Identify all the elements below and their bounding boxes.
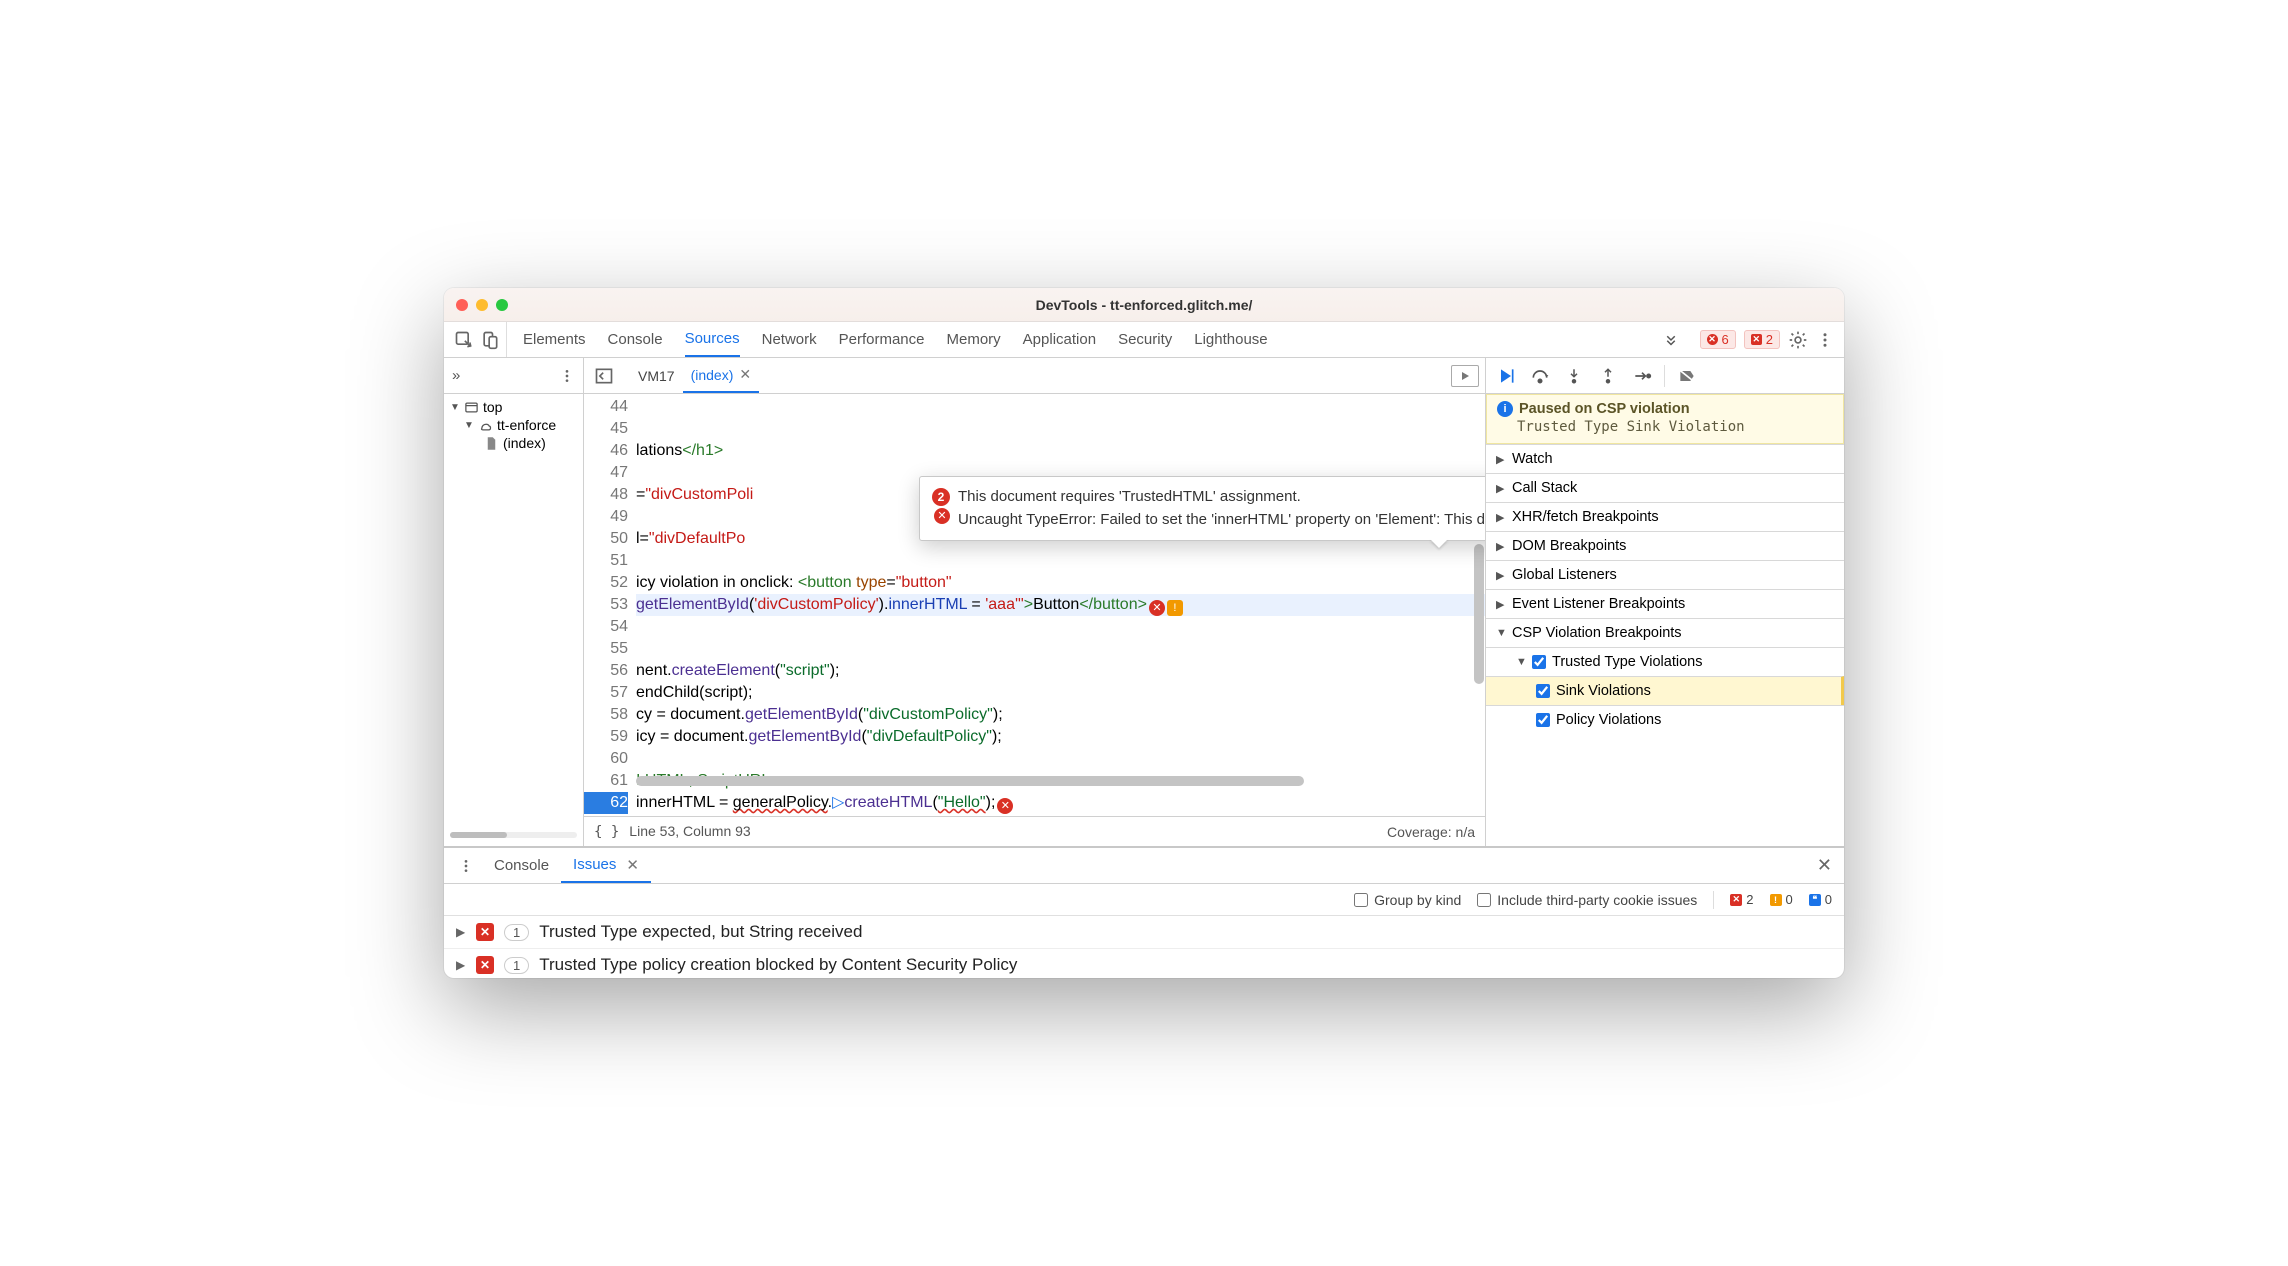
section-dom-breakpoints[interactable]: ▶DOM Breakpoints	[1486, 531, 1844, 560]
checkbox-policy-violations[interactable]	[1536, 713, 1550, 727]
step-over-icon[interactable]	[1528, 366, 1552, 386]
section-watch[interactable]: ▶Watch	[1486, 444, 1844, 473]
inspect-toggle-group	[444, 322, 507, 357]
file-navigate-icon[interactable]	[590, 358, 618, 393]
coverage-status: Coverage: n/a	[1387, 824, 1475, 840]
tree-frame-top[interactable]: ▼ top	[444, 398, 583, 416]
tab-network[interactable]: Network	[762, 322, 817, 357]
source-editor: VM17(index)✕ 444546474849505152535455565…	[584, 358, 1486, 846]
section-trusted-type-violations[interactable]: ▼Trusted Type Violations	[1486, 647, 1844, 676]
drawer-close-icon[interactable]: ✕	[1805, 848, 1844, 883]
traffic-lights	[456, 299, 508, 311]
error-icon: ✕	[476, 923, 494, 941]
tab-performance[interactable]: Performance	[839, 322, 925, 357]
editor-horizontal-scrollbar[interactable]	[636, 776, 1471, 788]
step-out-icon[interactable]	[1596, 366, 1620, 386]
deactivate-breakpoints-icon[interactable]	[1675, 366, 1699, 386]
content-area: » ▼ top ▼ tt-enforce (index)	[444, 358, 1844, 846]
tab-lighthouse[interactable]: Lighthouse	[1194, 322, 1267, 357]
file-tab[interactable]: (index)✕	[683, 358, 760, 393]
checkbox-trusted-types[interactable]	[1532, 655, 1546, 669]
drawer-menu-icon[interactable]	[450, 848, 482, 883]
minimize-window-button[interactable]	[476, 299, 488, 311]
window-title: DevTools - tt-enforced.glitch.me/	[1036, 297, 1253, 313]
issues-badge[interactable]: ✕2	[1744, 330, 1780, 349]
file-tab[interactable]: VM17	[630, 358, 683, 393]
resume-icon[interactable]	[1494, 366, 1518, 386]
editor-vertical-scrollbar[interactable]	[1473, 394, 1485, 790]
section-global-listeners[interactable]: ▶Global Listeners	[1486, 560, 1844, 589]
tooltip-count-icon: 2	[932, 488, 950, 506]
expand-icon[interactable]: ▶	[456, 925, 466, 939]
section-xhr-breakpoints[interactable]: ▶XHR/fetch Breakpoints	[1486, 502, 1844, 531]
issues-red-badge[interactable]: ✕2	[1730, 892, 1753, 907]
error-badge[interactable]: ✕6	[1700, 330, 1736, 349]
console-drawer: ConsoleIssues✕ ✕ Group by kind Include t…	[444, 846, 1844, 978]
tab-security[interactable]: Security	[1118, 322, 1172, 357]
group-by-kind-checkbox[interactable]: Group by kind	[1354, 892, 1461, 908]
section-callstack[interactable]: ▶Call Stack	[1486, 473, 1844, 502]
debugger-toolbar	[1486, 358, 1844, 394]
main-tabs: Elements Console Sources Network Performance…	[507, 322, 1652, 357]
section-csp-breakpoints[interactable]: ▼CSP Violation Breakpoints	[1486, 618, 1844, 647]
section-policy-violations[interactable]: Policy Violations	[1486, 705, 1844, 734]
tooltip-message-2: Uncaught TypeError: Failed to set the 'i…	[958, 508, 1485, 531]
issues-blue-badge[interactable]: ❝0	[1809, 892, 1832, 907]
titlebar: DevTools - tt-enforced.glitch.me/	[444, 288, 1844, 322]
pretty-print-icon[interactable]: { }	[594, 824, 619, 840]
issue-row[interactable]: ▶ ✕ 1 Trusted Type policy creation blocked …	[444, 949, 1844, 978]
tree-origin[interactable]: ▼ tt-enforce	[444, 416, 583, 434]
navigator-overflow-icon[interactable]: »	[452, 367, 460, 384]
tab-sources[interactable]: Sources	[685, 322, 740, 357]
issues-toolbar: Group by kind Include third-party cookie…	[444, 884, 1844, 916]
cursor-position: Line 53, Column 93	[629, 823, 750, 839]
close-drawer-tab-icon[interactable]: ✕	[626, 856, 639, 874]
navigator-scrollbar[interactable]	[450, 832, 577, 838]
tabs-overflow-icon[interactable]	[1652, 322, 1690, 357]
section-event-breakpoints[interactable]: ▶Event Listener Breakpoints	[1486, 589, 1844, 618]
device-toggle-icon[interactable]	[480, 330, 500, 350]
error-tooltip: 2 This document requires 'TrustedHTML' a…	[919, 476, 1485, 541]
checkbox-sink-violations[interactable]	[1536, 684, 1550, 698]
tab-application[interactable]: Application	[1023, 322, 1096, 357]
close-window-button[interactable]	[456, 299, 468, 311]
tab-console[interactable]: Console	[608, 322, 663, 357]
navigator-menu-icon[interactable]	[559, 368, 575, 384]
paused-banner: iPaused on CSP violation Trusted Type Si…	[1486, 394, 1844, 444]
error-icon: ✕	[934, 508, 950, 524]
zoom-window-button[interactable]	[496, 299, 508, 311]
tooltip-message-1: This document requires 'TrustedHTML' ass…	[958, 485, 1301, 508]
third-party-checkbox[interactable]: Include third-party cookie issues	[1477, 892, 1697, 908]
tab-memory[interactable]: Memory	[947, 322, 1001, 357]
close-tab-icon[interactable]: ✕	[739, 366, 751, 383]
issue-text: Trusted Type expected, but String receiv…	[539, 922, 862, 942]
issue-row[interactable]: ▶ ✕ 1 Trusted Type expected, but String rec…	[444, 916, 1844, 949]
tab-elements[interactable]: Elements	[523, 322, 586, 357]
step-into-icon[interactable]	[1562, 366, 1586, 386]
issues-list: ▶ ✕ 1 Trusted Type expected, but String rec…	[444, 916, 1844, 978]
settings-gear-icon[interactable]	[1788, 330, 1808, 350]
devtools-window: DevTools - tt-enforced.glitch.me/ Elemen…	[444, 288, 1844, 978]
inspect-element-icon[interactable]	[454, 330, 474, 350]
info-icon: i	[1497, 401, 1513, 417]
navigator-tree: ▼ top ▼ tt-enforce (index)	[444, 394, 583, 456]
issue-count: 1	[504, 924, 529, 941]
section-sink-violations[interactable]: Sink Violations	[1486, 676, 1844, 705]
debugger-sidebar: iPaused on CSP violation Trusted Type Si…	[1486, 358, 1844, 846]
step-icon[interactable]	[1630, 366, 1654, 386]
code-editor[interactable]: 44454647484950515253545556575859606162 l…	[584, 394, 1485, 816]
editor-statusline: { } Line 53, Column 93 Coverage: n/a	[584, 816, 1485, 846]
more-menu-icon[interactable]	[1816, 331, 1834, 349]
drawer-tab-console[interactable]: Console	[482, 848, 561, 883]
tree-file-index[interactable]: (index)	[444, 434, 583, 452]
expand-icon[interactable]: ▶	[456, 958, 466, 972]
main-tab-bar: Elements Console Sources Network Performance…	[444, 322, 1844, 358]
issue-text: Trusted Type policy creation blocked by …	[539, 955, 1017, 975]
error-icon: ✕	[476, 956, 494, 974]
issue-count: 1	[504, 957, 529, 974]
drawer-tab-issues[interactable]: Issues✕	[561, 848, 651, 883]
run-snippet-icon[interactable]	[1451, 365, 1479, 387]
issues-yellow-badge[interactable]: !0	[1770, 892, 1793, 907]
navigator-panel: » ▼ top ▼ tt-enforce (index)	[444, 358, 584, 846]
